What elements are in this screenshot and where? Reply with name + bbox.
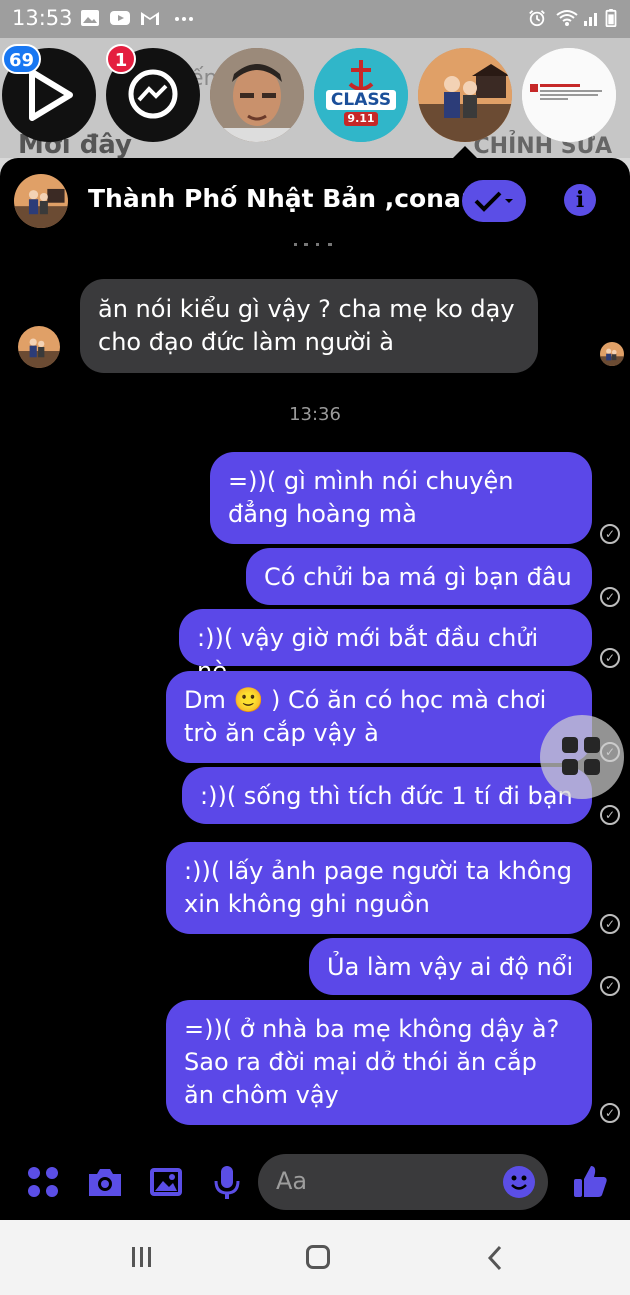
smile-face [511, 1175, 527, 1190]
alarm-icon [529, 10, 545, 27]
grid-dot [584, 737, 600, 753]
home-icon[interactable] [306, 1245, 330, 1269]
conan-chat-head[interactable] [418, 48, 512, 142]
gallery-icon[interactable] [147, 1163, 185, 1201]
unread-badge: 69 [2, 44, 42, 74]
conan-avatar [600, 342, 624, 366]
outgoing-message[interactable]: Dm 🙂 ) Có ăn có học mà chơi trò ăn cắp v… [166, 671, 592, 763]
sent-check-icon: ✓ [600, 805, 620, 825]
outgoing-message[interactable]: :))( lấy ảnh page người ta không xin khô… [166, 842, 592, 934]
sent-check-icon: ✓ [600, 587, 620, 607]
outgoing-message[interactable]: :))( vậy giờ mới bắt đầu chửi nè [179, 609, 592, 685]
wifi-icon [556, 10, 578, 26]
page-screenshot-chat-head[interactable] [522, 48, 616, 142]
floating-menu-button[interactable] [540, 715, 624, 799]
outgoing-message[interactable]: =))( ở nhà ba mẹ không dậy à? Sao ra đời… [166, 1000, 592, 1125]
outgoing-message[interactable]: =))( gì mình nói chuyện đẳng hoàng mà [210, 452, 592, 544]
backdrop-edit-button: CHỈNH SỬA [473, 134, 612, 159]
emoji-icon[interactable] [503, 1166, 535, 1198]
status-bar: 13:53 [0, 0, 630, 38]
outgoing-message[interactable]: :))( sống thì tích đức 1 tí đi bạn [182, 767, 592, 824]
incoming-message[interactable]: ăn nói kiểu gì vậy ? cha mẹ ko dạy cho đ… [80, 279, 538, 373]
youtube-icon [110, 11, 130, 25]
class-logo-text: CLASS [330, 90, 392, 110]
gmail-icon [141, 12, 159, 25]
man-avatar-chat-head[interactable] [210, 48, 304, 142]
like-icon[interactable] [572, 1163, 608, 1201]
grid-dot [584, 759, 600, 775]
checkmark-dropdown-icon [474, 191, 513, 212]
back-icon[interactable] [484, 1245, 508, 1271]
gallery-icon [81, 10, 99, 26]
sender-avatar[interactable] [18, 326, 60, 368]
message-input-placeholder: Aa [276, 1167, 308, 1195]
sent-check-icon: ✓ [600, 914, 620, 934]
message-timestamp: 13:36 [289, 404, 341, 425]
grid-dot [562, 737, 578, 753]
camera-icon[interactable] [86, 1163, 124, 1201]
outgoing-message[interactable]: Có chửi ba má gì bạn đâu [246, 548, 592, 605]
class-logo-chat-head[interactable]: CLASS 9.11 [314, 48, 408, 142]
conan-avatar [418, 48, 512, 142]
avatar [210, 48, 304, 142]
unread-badge: 1 [106, 44, 136, 74]
more-icon [175, 17, 193, 21]
conversation-avatar[interactable] [14, 174, 68, 228]
sent-check-icon: ✓ [600, 524, 620, 544]
clipped-timestamp [290, 238, 340, 246]
sent-check-icon: ✓ [600, 1103, 620, 1123]
recent-apps-icon[interactable] [130, 1246, 154, 1268]
microphone-icon[interactable] [208, 1163, 246, 1201]
info-icon[interactable]: i [564, 184, 596, 216]
thumbnail-image [522, 48, 616, 142]
conan-avatar [18, 326, 60, 368]
clipped-text-fragment [294, 243, 332, 246]
battery-icon [605, 9, 617, 27]
seen-avatar [600, 342, 624, 366]
more-actions-icon[interactable] [24, 1163, 62, 1201]
conan-avatar [14, 174, 68, 228]
outgoing-message[interactable]: Ủa làm vậy ai độ nổi [309, 938, 592, 995]
mark-read-button[interactable] [462, 180, 526, 222]
status-time: 13:53 [12, 6, 73, 30]
class-logo-subtext: 9.11 [347, 112, 375, 125]
conversation-title[interactable]: Thành Phố Nhật Bản ,conan [88, 184, 479, 213]
grid-dot [562, 759, 578, 775]
sent-check-icon: ✓ [600, 648, 620, 668]
sent-check-icon: ✓ [600, 976, 620, 996]
signal-icon [584, 13, 597, 26]
